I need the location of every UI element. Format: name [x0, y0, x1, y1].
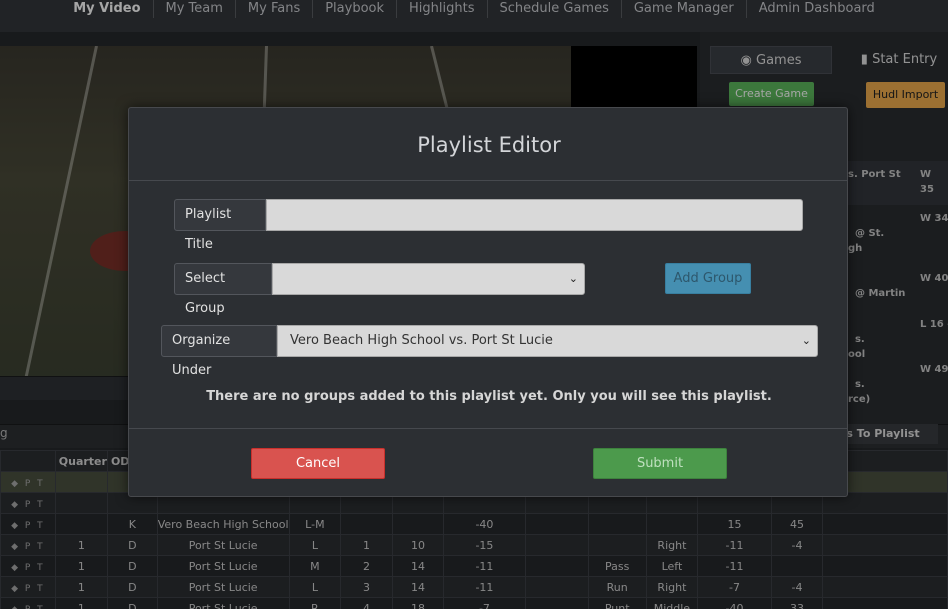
- chevron-down-icon: ⌄: [801, 334, 811, 347]
- modal-title: Playlist Editor: [417, 133, 561, 157]
- playlist-title-label: Playlist Title: [174, 199, 266, 252]
- add-group-button[interactable]: Add Group: [665, 263, 751, 294]
- organize-under-value: Vero Beach High School vs. Port St Lucie: [290, 333, 553, 348]
- cancel-button[interactable]: Cancel: [251, 448, 385, 479]
- playlist-editor-modal: Playlist Editor Playlist Title Select Gr…: [128, 107, 848, 497]
- empty-playlist-notice: There are no groups added to this playli…: [206, 389, 772, 404]
- organize-under-dropdown[interactable]: Vero Beach High School vs. Port St Lucie…: [277, 325, 818, 357]
- divider: [129, 180, 847, 181]
- submit-button[interactable]: Submit: [593, 448, 727, 479]
- divider: [129, 428, 847, 429]
- select-group-label: Select Group: [174, 263, 272, 316]
- select-group-dropdown[interactable]: ⌄: [272, 263, 585, 295]
- chevron-down-icon: ⌄: [568, 272, 578, 285]
- playlist-title-input[interactable]: [266, 199, 803, 231]
- organize-under-label: Organize Under: [161, 325, 277, 378]
